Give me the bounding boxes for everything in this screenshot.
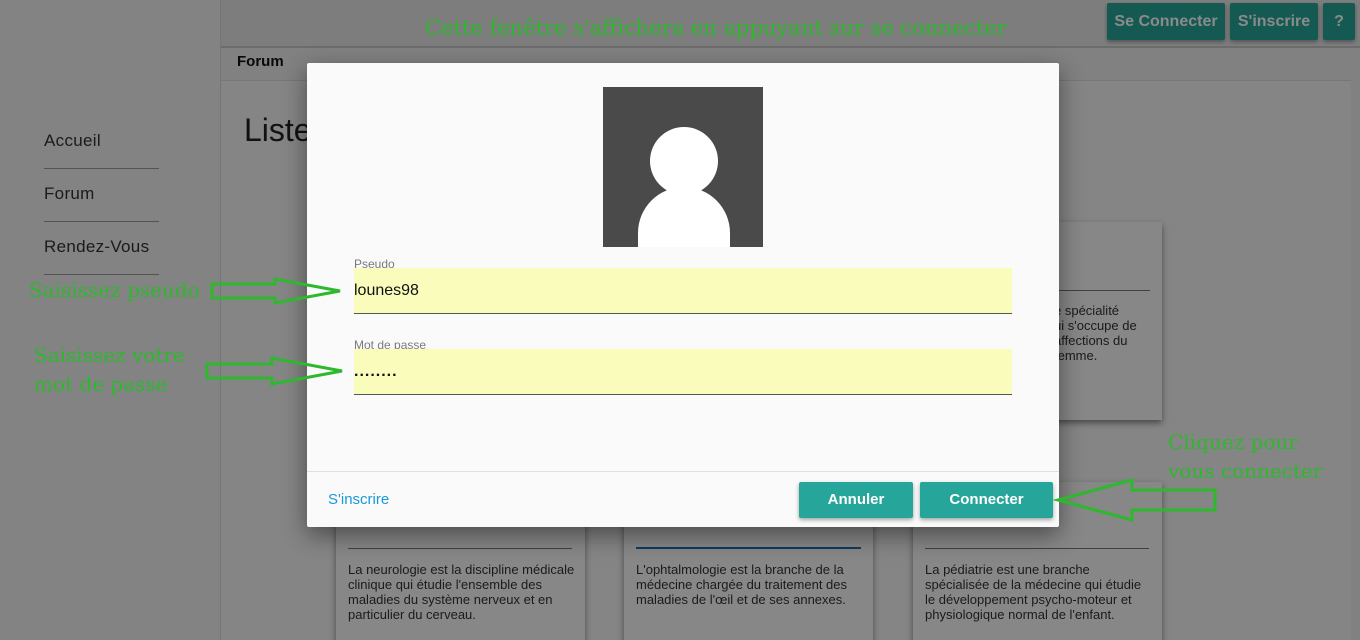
avatar-placeholder-icon xyxy=(603,87,763,247)
cancel-button[interactable]: Annuler xyxy=(799,482,913,518)
connect-button[interactable]: Connecter xyxy=(920,482,1053,518)
password-input[interactable] xyxy=(354,349,1012,395)
modal-footer-divider xyxy=(307,471,1059,472)
pseudo-annotation: Saisissez pseudo xyxy=(29,278,200,302)
password-annotation-line1: Saisissez votre xyxy=(34,343,185,367)
avatar-body xyxy=(638,187,730,247)
header-annotation: Cette fenêtre s'affichera en appuyant su… xyxy=(425,16,1007,40)
avatar-head xyxy=(650,127,718,195)
login-modal: Pseudo Mot de passe S'inscrire Annuler C… xyxy=(307,63,1059,527)
signup-link[interactable]: S'inscrire xyxy=(328,491,389,508)
connect-annotation-line1: Cliquez pour xyxy=(1168,430,1298,454)
pseudo-input[interactable] xyxy=(354,268,1012,314)
connect-annotation-line2: vous connecter xyxy=(1168,459,1323,483)
password-annotation-line2: mot de passe xyxy=(34,372,168,396)
